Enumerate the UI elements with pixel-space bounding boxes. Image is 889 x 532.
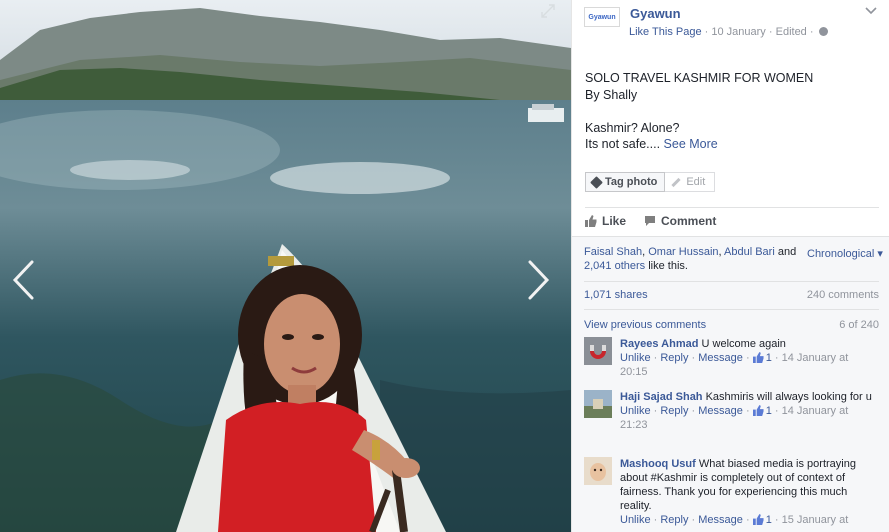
liker-link[interactable]: Faisal Shah: [584, 246, 642, 258]
shares-link[interactable]: 1,071 shares: [584, 289, 648, 301]
view-previous-comments-link[interactable]: View previous comments: [584, 319, 706, 331]
message-link[interactable]: Message: [698, 514, 743, 526]
post-actions: Like Comment: [585, 214, 716, 228]
page-logo-text: Gyawun: [588, 13, 616, 21]
unlike-link[interactable]: Unlike: [620, 405, 651, 417]
post-text-line: Its not safe.... See More: [585, 137, 718, 151]
tag-photo-button[interactable]: Tag photo: [585, 172, 666, 192]
post-text-line: SOLO TRAVEL KASHMIR FOR WOMEN: [585, 71, 814, 85]
others-link[interactable]: 2,041 others: [584, 260, 645, 272]
feedback-section: Faisal Shah, Omar Hussain, Abdul Bari an…: [572, 236, 889, 532]
expand-icon[interactable]: [541, 4, 555, 18]
comment-text: Kashmiris will always looking for u: [705, 391, 872, 403]
like-label: Like: [602, 214, 627, 228]
thumbs-up-icon: [585, 215, 597, 227]
lake-selfie-photo: [0, 0, 571, 532]
post-meta: Like This Page · 10 January · Edited ·: [629, 26, 828, 38]
comment-text: U welcome again: [701, 338, 786, 350]
comment-like-count[interactable]: 1: [766, 514, 772, 526]
like-button[interactable]: Like: [585, 214, 626, 228]
like-this-text: like this.: [648, 260, 688, 272]
avatar[interactable]: [584, 390, 612, 418]
globe-icon[interactable]: [818, 27, 828, 36]
comment-body: Rayees Ahmad U welcome again Unlike · Re…: [620, 337, 872, 379]
reply-link[interactable]: Reply: [660, 352, 688, 364]
thumbs-up-icon: [752, 405, 764, 416]
liker-link[interactable]: Abdul Bari: [724, 246, 775, 258]
thumbs-up-icon: [752, 514, 764, 525]
comment-meta: Unlike · Reply · Message · 1 · 14 Januar…: [620, 405, 849, 431]
photo-viewer[interactable]: [0, 0, 571, 532]
edit-button[interactable]: Edit: [665, 172, 716, 192]
photo-actions: Tag photo Edit: [585, 172, 716, 192]
comment-button[interactable]: Comment: [644, 214, 716, 228]
post-message: SOLO TRAVEL KASHMIR FOR WOMEN By Shally …: [585, 70, 880, 153]
meta-separator: ·: [809, 26, 814, 38]
comment-author[interactable]: Haji Sajad Shah: [620, 391, 703, 403]
divider: [585, 207, 879, 208]
comment-order-select[interactable]: Chronological ▾: [807, 247, 883, 260]
see-more-link[interactable]: See More: [664, 137, 718, 151]
likers-sentence: Faisal Shah, Omar Hussain, Abdul Bari an…: [584, 246, 797, 272]
meta-separator: ·: [768, 26, 773, 38]
comment-body: Haji Sajad Shah Kashmiris will always lo…: [620, 390, 872, 432]
edited-label[interactable]: Edited: [776, 26, 807, 38]
post-side-panel: Gyawun Gyawun Like This Page · 10 Januar…: [571, 0, 889, 532]
message-link[interactable]: Message: [698, 405, 743, 417]
comment-like-count[interactable]: 1: [766, 352, 772, 364]
page-name-link[interactable]: Gyawun: [630, 6, 681, 21]
reply-link[interactable]: Reply: [660, 514, 688, 526]
avatar[interactable]: [584, 457, 612, 485]
message-link[interactable]: Message: [698, 352, 743, 364]
liker-link[interactable]: Omar Hussain: [648, 246, 718, 258]
comment-meta: Unlike · Reply · Message · 1 · 15 Januar…: [620, 514, 849, 526]
comment-meta: Unlike · Reply · Message · 1 · 14 Januar…: [620, 352, 849, 378]
comments-count[interactable]: 240 comments: [807, 289, 879, 301]
unlike-link[interactable]: Unlike: [620, 514, 651, 526]
tag-icon: [590, 175, 603, 189]
edit-label: Edit: [686, 176, 706, 188]
reply-link[interactable]: Reply: [660, 405, 688, 417]
chevron-right-icon[interactable]: [526, 258, 552, 302]
comment-page-count: 6 of 240: [839, 319, 879, 331]
avatar[interactable]: [584, 337, 612, 365]
like-page-link[interactable]: Like This Page: [629, 26, 702, 38]
unlike-link[interactable]: Unlike: [620, 352, 651, 364]
divider: [584, 309, 879, 310]
tag-photo-label: Tag photo: [605, 176, 658, 188]
comment-time[interactable]: 15 January at: [782, 514, 849, 526]
comment-like-count[interactable]: 1: [766, 405, 772, 417]
post-text-line: Kashmir? Alone?: [585, 120, 680, 135]
meta-separator: ·: [704, 26, 709, 38]
comment-label: Comment: [661, 214, 717, 228]
divider: [584, 281, 879, 282]
comment-author[interactable]: Mashooq Usuf: [620, 458, 696, 470]
comment-author[interactable]: Rayees Ahmad: [620, 338, 698, 350]
and-word: and: [777, 246, 797, 258]
comment-body: Mashooq Usuf What biased media is portra…: [620, 457, 872, 527]
thumbs-up-icon: [752, 352, 764, 363]
page-avatar[interactable]: Gyawun: [584, 7, 620, 27]
speech-bubble-icon: [645, 216, 656, 226]
chevron-left-icon[interactable]: [10, 258, 36, 302]
post-date[interactable]: 10 January: [711, 26, 765, 38]
post-text-line: By Shally: [585, 87, 638, 102]
chevron-down-icon[interactable]: [865, 6, 877, 16]
pencil-icon: [671, 177, 681, 187]
